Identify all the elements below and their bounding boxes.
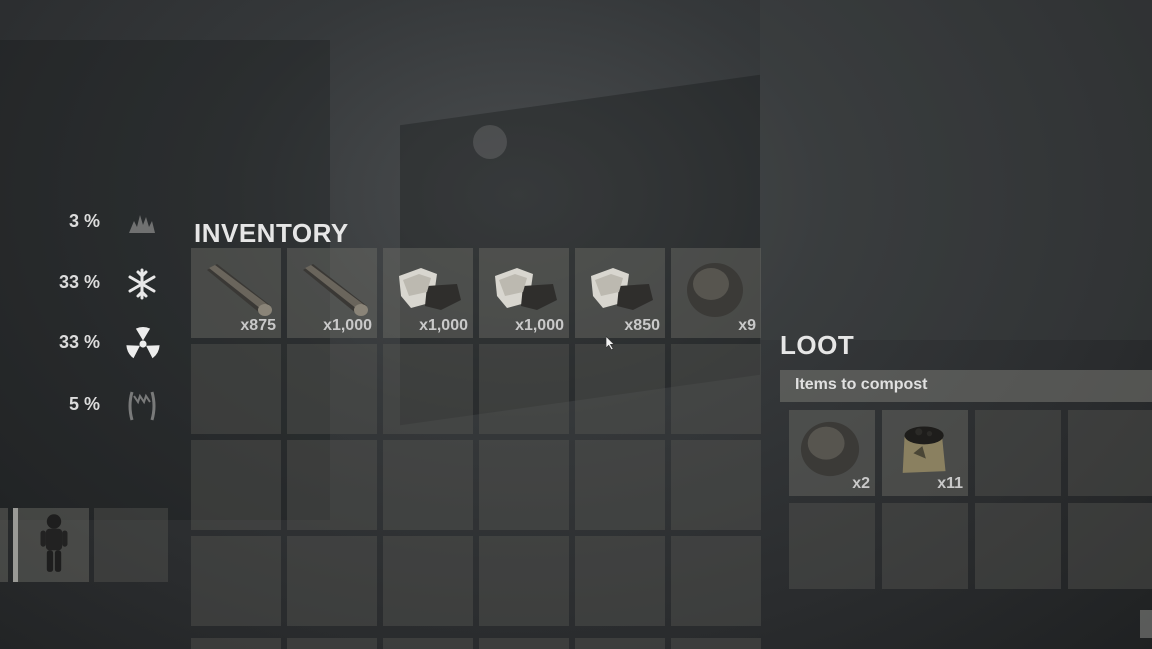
- inventory-title: INVENTORY: [194, 218, 349, 248]
- item-quantity: x9: [738, 317, 756, 334]
- hotbar-slot-4[interactable]: [479, 638, 569, 649]
- stat-bleeding: 5 %: [40, 390, 180, 421]
- item-quantity: x850: [624, 317, 660, 334]
- item-quantity: x875: [240, 317, 276, 334]
- loot-scroll-handle[interactable]: [1140, 610, 1152, 638]
- inventory-slot-20[interactable]: [287, 536, 377, 626]
- stat-radiation: 33 %: [40, 327, 180, 359]
- stat-cold-value: 33 %: [58, 272, 100, 292]
- inventory-slot-1[interactable]: x875: [191, 248, 281, 338]
- background-fog: [760, 0, 1152, 340]
- inventory-slot-22[interactable]: [479, 536, 569, 626]
- inventory-slot-7[interactable]: [191, 344, 281, 434]
- round-rock-icon: [687, 263, 743, 317]
- item-quantity: x1,000: [419, 317, 468, 334]
- inventory-slot-2[interactable]: x1,000: [287, 248, 377, 338]
- loot-slot-3[interactable]: [975, 410, 1061, 496]
- bite-teeth-icon: [128, 391, 156, 421]
- clothing-slot-character[interactable]: [13, 508, 89, 582]
- loot-slot-7[interactable]: [975, 503, 1061, 589]
- stat-radiation-value: 33 %: [58, 332, 100, 352]
- inventory-slot-6[interactable]: x9: [671, 248, 761, 338]
- inventory-slot-4[interactable]: x1,000: [479, 248, 569, 338]
- inventory-slot-10[interactable]: [479, 344, 569, 434]
- clothing-slot-edge[interactable]: [0, 508, 8, 582]
- inventory-slot-5[interactable]: x850: [575, 248, 665, 338]
- inventory-slot-19[interactable]: [191, 536, 281, 626]
- stone-chunk-icon: [591, 268, 653, 310]
- hotbar-slot-3[interactable]: [383, 638, 473, 649]
- loot-slot-2[interactable]: x11: [882, 410, 968, 496]
- mouse-cursor-icon: [606, 336, 615, 351]
- hotbar-slot-2[interactable]: [287, 638, 377, 649]
- item-quantity: x2: [852, 475, 870, 492]
- item-quantity: x1,000: [515, 317, 564, 334]
- inventory-slot-21[interactable]: [383, 536, 473, 626]
- loot-title: LOOT: [780, 330, 855, 360]
- stat-hunger: 3 %: [40, 207, 180, 237]
- loot-slot-4[interactable]: [1068, 410, 1152, 496]
- radiation-icon: [126, 327, 160, 359]
- inventory-slot-13[interactable]: [191, 440, 281, 530]
- hotbar-slot-5[interactable]: [575, 638, 665, 649]
- hotbar-slot-6[interactable]: [671, 638, 761, 649]
- loot-slot-1[interactable]: x2: [789, 410, 875, 496]
- stone-chunk-icon: [399, 268, 461, 310]
- inventory-slot-15[interactable]: [383, 440, 473, 530]
- inventory-slot-12[interactable]: [671, 344, 761, 434]
- wood-log-icon: [303, 264, 368, 316]
- inventory-slot-24[interactable]: [671, 536, 761, 626]
- loot-slot-6[interactable]: [882, 503, 968, 589]
- round-rock-icon: [800, 421, 860, 477]
- loot-slot-8[interactable]: [1068, 503, 1152, 589]
- open-door-marker-icon: [473, 125, 507, 159]
- inventory-slot-3[interactable]: x1,000: [383, 248, 473, 338]
- cold-snowflake-icon: [128, 268, 156, 300]
- wood-log-icon: [207, 264, 272, 316]
- stat-bleeding-value: 5 %: [68, 394, 100, 414]
- hotbar-slot-1[interactable]: [191, 638, 281, 649]
- inventory-slot-18[interactable]: [671, 440, 761, 530]
- fertilizer-bag-icon: [902, 426, 946, 473]
- stat-hunger-value: 3 %: [68, 211, 100, 231]
- stone-chunk-icon: [495, 268, 557, 310]
- burning-hunger-icon: [129, 215, 155, 233]
- clothing-slot-empty[interactable]: [94, 508, 168, 582]
- inventory-slot-23[interactable]: [575, 536, 665, 626]
- inventory-slot-8[interactable]: [287, 344, 377, 434]
- inventory-slot-16[interactable]: [479, 440, 569, 530]
- inventory-slot-11[interactable]: [575, 344, 665, 434]
- inventory-slot-14[interactable]: [287, 440, 377, 530]
- item-quantity: x11: [937, 475, 963, 492]
- loot-slot-5[interactable]: [789, 503, 875, 589]
- compost-section-header: Items to compost: [780, 370, 1152, 402]
- stat-cold: 33 %: [40, 268, 180, 300]
- compost-header-label: Items to compost: [795, 376, 928, 393]
- inventory-slot-9[interactable]: [383, 344, 473, 434]
- item-quantity: x1,000: [323, 317, 372, 334]
- character-model-icon: [40, 514, 68, 572]
- inventory-slot-17[interactable]: [575, 440, 665, 530]
